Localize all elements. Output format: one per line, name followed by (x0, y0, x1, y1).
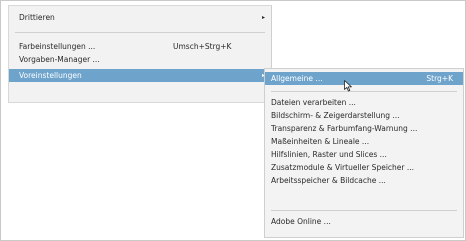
menu-item-label: Farbeinstellungen ... (19, 42, 96, 51)
menu-item-preset-manager[interactable]: Vorgaben-Manager ... (9, 53, 271, 66)
submenu-item-label: Zusatzmodule & Virtueller Speicher ... (271, 163, 415, 172)
submenu-item-general[interactable]: Allgemeine ... Strg+K (265, 72, 463, 85)
submenu-item-guides-grid-slices[interactable]: Hilfslinien, Raster und Slices ... (265, 148, 463, 161)
submenu-item-label: Arbeitsspeicher & Bildcache ... (271, 176, 386, 185)
submenu-item-label: Dateien verarbeiten ... (271, 98, 356, 107)
menu-item-preferences[interactable]: Voreinstellungen ▸ (9, 69, 271, 82)
submenu-item-memory-cache[interactable]: Arbeitsspeicher & Bildcache ... (265, 174, 463, 187)
menu-item-label: Voreinstellungen (19, 71, 82, 80)
submenu-item-display-cursors[interactable]: Bildschirm- & Zeigerdarstellung ... (265, 109, 463, 122)
submenu-item-shortcut: Strg+K (426, 74, 453, 83)
menu-separator (15, 32, 265, 33)
submenu-item-label: Transparenz & Farbumfang-Warnung ... (271, 124, 418, 133)
submenu-item-label: Adobe Online ... (271, 217, 331, 226)
submenu-item-label: Allgemeine ... (271, 74, 323, 83)
submenu-item-label: Hilfslinien, Raster und Slices ... (271, 150, 387, 159)
menu-item-label: Drittieren (19, 13, 55, 22)
submenu-item-file-handling[interactable]: Dateien verarbeiten ... (265, 96, 463, 109)
edit-menu-dropdown: Drittieren ▸ Farbeinstellungen ... Umsch… (8, 5, 272, 103)
preferences-submenu: Allgemeine ... Strg+K Dateien verarbeite… (264, 68, 464, 238)
menu-item-drittieren[interactable]: Drittieren ▸ (9, 11, 271, 24)
submenu-item-units-rulers[interactable]: Maßeinheiten & Lineale ... (265, 135, 463, 148)
submenu-item-adobe-online[interactable]: Adobe Online ... (265, 215, 463, 228)
menu-item-shortcut: Umsch+Strg+K (173, 42, 232, 51)
submenu-item-transparency-gamut[interactable]: Transparenz & Farbumfang-Warnung ... (265, 122, 463, 135)
submenu-item-plugins-scratch[interactable]: Zusatzmodule & Virtueller Speicher ... (265, 161, 463, 174)
menu-separator (271, 210, 457, 211)
mouse-pointer-icon (344, 80, 352, 92)
menu-item-color-settings[interactable]: Farbeinstellungen ... Umsch+Strg+K (9, 40, 271, 53)
submenu-arrow-icon: ▸ (261, 14, 265, 21)
menu-item-label: Vorgaben-Manager ... (19, 55, 100, 64)
submenu-item-label: Maßeinheiten & Lineale ... (271, 137, 370, 146)
submenu-item-label: Bildschirm- & Zeigerdarstellung ... (271, 111, 400, 120)
menu-separator (271, 91, 457, 92)
